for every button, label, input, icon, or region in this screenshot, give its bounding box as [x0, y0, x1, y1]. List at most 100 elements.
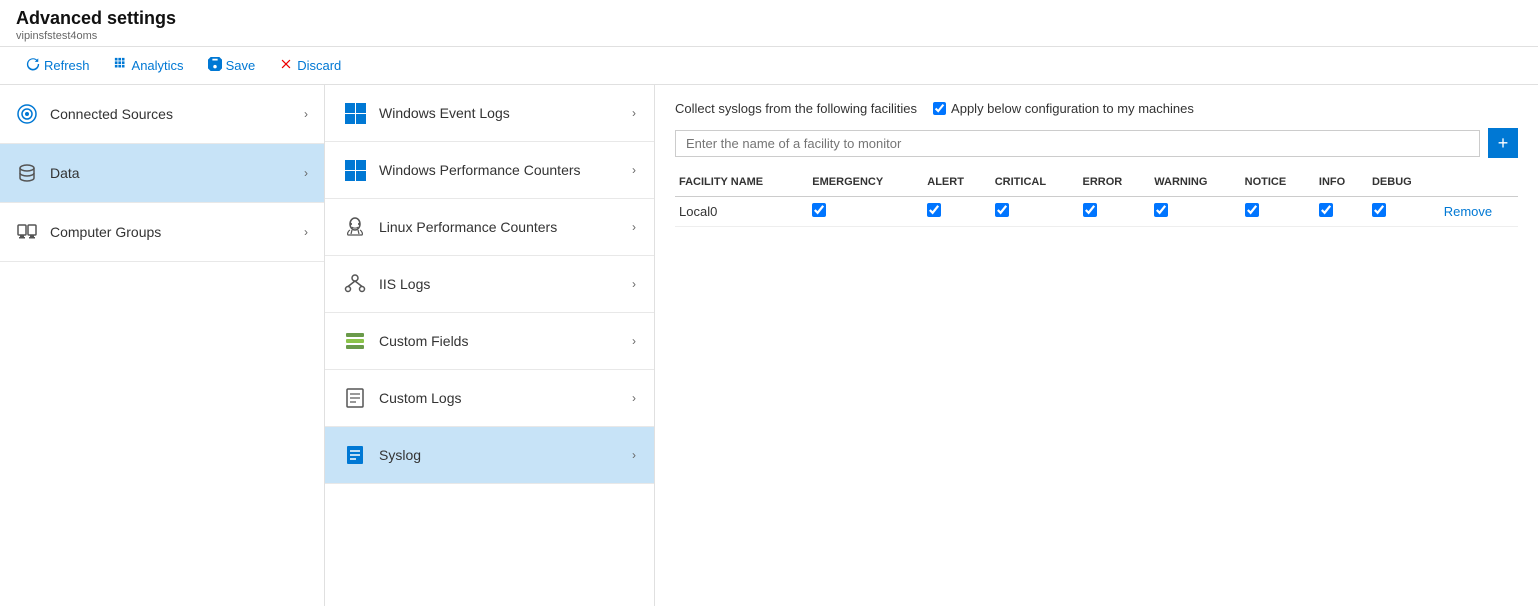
debug-checkbox[interactable] — [1372, 203, 1386, 217]
middle-item-windows-event-logs[interactable]: Windows Event Logs › — [325, 85, 654, 142]
chevron-right-icon: › — [304, 225, 308, 239]
col-critical: CRITICAL — [991, 172, 1079, 197]
chevron-right-icon: › — [632, 391, 636, 405]
refresh-label: Refresh — [44, 58, 90, 73]
discard-button[interactable]: Discard — [269, 53, 351, 78]
middle-item-iis-logs[interactable]: IIS Logs › — [325, 256, 654, 313]
syslog-icon — [343, 443, 367, 467]
notice-checkbox[interactable] — [1245, 203, 1259, 217]
col-warning: WARNING — [1150, 172, 1240, 197]
action-cell: Remove — [1440, 197, 1518, 227]
col-info: INFO — [1315, 172, 1368, 197]
apply-checkbox-label[interactable]: Apply below configuration to my machines — [933, 101, 1194, 116]
chevron-right-icon: › — [632, 448, 636, 462]
chevron-right-icon: › — [632, 277, 636, 291]
connected-icon — [16, 103, 38, 125]
middle-item-windows-perf-counters[interactable]: Windows Performance Counters › — [325, 142, 654, 199]
middle-label-linux-perf-counters: Linux Performance Counters — [379, 219, 557, 235]
facility-table: FACILITY NAME EMERGENCY ALERT CRITICAL E… — [675, 172, 1518, 227]
middle-item-custom-logs[interactable]: Custom Logs › — [325, 370, 654, 427]
col-facility-name: FACILITY NAME — [675, 172, 808, 197]
page-title: Advanced settings — [16, 8, 1522, 29]
middle-item-custom-fields[interactable]: Custom Fields › — [325, 313, 654, 370]
table-header-row: FACILITY NAME EMERGENCY ALERT CRITICAL E… — [675, 172, 1518, 197]
custom-logs-icon — [343, 386, 367, 410]
analytics-button[interactable]: Analytics — [104, 53, 194, 78]
save-label: Save — [226, 58, 256, 73]
facility-name-cell: Local0 — [675, 197, 808, 227]
windows-perf-counters-icon — [343, 158, 367, 182]
warning-cell — [1150, 197, 1240, 227]
add-facility-button[interactable]: + — [1488, 128, 1518, 158]
data-icon — [16, 162, 38, 184]
refresh-icon — [26, 57, 40, 74]
debug-cell — [1368, 197, 1440, 227]
discard-label: Discard — [297, 58, 341, 73]
custom-fields-icon — [343, 329, 367, 353]
collect-syslog-text: Collect syslogs from the following facil… — [675, 101, 917, 116]
main-layout: Connected Sources › Data › — [0, 85, 1538, 606]
save-icon — [208, 57, 222, 74]
emergency-checkbox[interactable] — [812, 203, 826, 217]
error-checkbox[interactable] — [1083, 203, 1097, 217]
middle-label-syslog: Syslog — [379, 447, 421, 463]
middle-item-linux-perf-counters[interactable]: Linux Performance Counters › — [325, 199, 654, 256]
notice-cell — [1241, 197, 1315, 227]
analytics-label: Analytics — [132, 58, 184, 73]
col-alert: ALERT — [923, 172, 990, 197]
refresh-button[interactable]: Refresh — [16, 53, 100, 78]
middle-item-syslog[interactable]: Syslog › — [325, 427, 654, 484]
sidebar-label-connected-sources: Connected Sources — [50, 106, 173, 122]
info-checkbox[interactable] — [1319, 203, 1333, 217]
col-emergency: EMERGENCY — [808, 172, 923, 197]
workspace-name: vipinsfstest4oms — [16, 30, 1522, 42]
discard-icon — [279, 57, 293, 74]
critical-cell — [991, 197, 1079, 227]
table-row: Local0 Remove — [675, 197, 1518, 227]
sidebar-item-data[interactable]: Data › — [0, 144, 324, 203]
col-action — [1440, 172, 1518, 197]
analytics-icon — [114, 57, 128, 74]
sidebar-item-computer-groups[interactable]: Computer Groups › — [0, 203, 324, 262]
col-error: ERROR — [1079, 172, 1151, 197]
right-panel: Collect syslogs from the following facil… — [655, 85, 1538, 606]
apply-checkbox[interactable] — [933, 102, 946, 115]
middle-label-custom-logs: Custom Logs — [379, 390, 461, 406]
middle-label-custom-fields: Custom Fields — [379, 333, 468, 349]
chevron-right-icon: › — [304, 107, 308, 121]
toolbar: Refresh Analytics Save Discard — [0, 47, 1538, 85]
remove-link[interactable]: Remove — [1444, 204, 1492, 219]
header: Advanced settings vipinsfstest4oms — [0, 0, 1538, 47]
sidebar: Connected Sources › Data › — [0, 85, 325, 606]
sidebar-label-computer-groups: Computer Groups — [50, 224, 161, 240]
linux-icon — [343, 215, 367, 239]
info-cell — [1315, 197, 1368, 227]
middle-label-windows-event-logs: Windows Event Logs — [379, 105, 510, 121]
chevron-right-icon: › — [632, 334, 636, 348]
middle-label-iis-logs: IIS Logs — [379, 276, 430, 292]
alert-cell — [923, 197, 990, 227]
sidebar-item-connected-sources[interactable]: Connected Sources › — [0, 85, 324, 144]
col-debug: DEBUG — [1368, 172, 1440, 197]
apply-label: Apply below configuration to my machines — [951, 101, 1194, 116]
chevron-right-icon: › — [632, 163, 636, 177]
chevron-right-icon: › — [632, 220, 636, 234]
chevron-right-icon: › — [304, 166, 308, 180]
chevron-right-icon: › — [632, 106, 636, 120]
facility-input-row: + — [675, 128, 1518, 158]
critical-checkbox[interactable] — [995, 203, 1009, 217]
warning-checkbox[interactable] — [1154, 203, 1168, 217]
sidebar-label-data: Data — [50, 165, 80, 181]
alert-checkbox[interactable] — [927, 203, 941, 217]
windows-event-logs-icon — [343, 101, 367, 125]
right-header: Collect syslogs from the following facil… — [675, 101, 1518, 116]
error-cell — [1079, 197, 1151, 227]
facility-name-input[interactable] — [675, 130, 1480, 157]
computer-groups-icon — [16, 221, 38, 243]
iis-icon — [343, 272, 367, 296]
emergency-cell — [808, 197, 923, 227]
col-notice: NOTICE — [1241, 172, 1315, 197]
middle-label-windows-perf-counters: Windows Performance Counters — [379, 162, 581, 178]
save-button[interactable]: Save — [198, 53, 266, 78]
middle-panel: Windows Event Logs › Windows Performance… — [325, 85, 655, 606]
